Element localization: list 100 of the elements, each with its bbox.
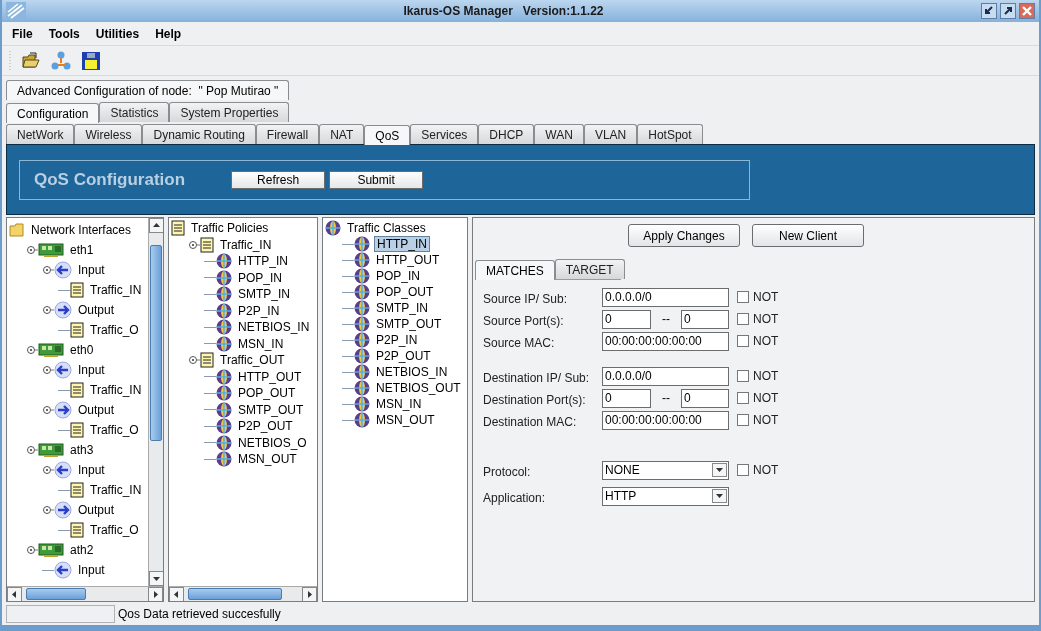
scroll-thumb[interactable] [188, 588, 282, 600]
checkbox[interactable] [737, 335, 749, 347]
input-field[interactable]: 0 [681, 309, 729, 329]
tree-item[interactable]: SMTP_OUT [236, 402, 306, 417]
close-button[interactable] [1019, 3, 1035, 19]
tab[interactable]: Services [410, 124, 479, 144]
tree-item[interactable]: Input [76, 363, 107, 377]
tree-item[interactable]: Input [76, 463, 107, 477]
tree-item[interactable]: P2P_OUT [236, 419, 295, 434]
horizontal-scrollbar[interactable] [169, 586, 317, 601]
tab[interactable]: NAT [319, 124, 365, 144]
menu-item[interactable]: Help [155, 24, 182, 43]
checkbox[interactable] [737, 464, 749, 476]
tab[interactable]: NetWork [6, 124, 75, 144]
tab[interactable]: VLAN [583, 124, 638, 144]
checkbox[interactable] [737, 414, 749, 426]
tab[interactable]: Statistics [99, 102, 170, 122]
input-field[interactable]: 0.0.0.0/0 [602, 366, 729, 386]
tree-item[interactable]: MSN_IN [236, 336, 286, 351]
tree-item[interactable]: P2P_IN [374, 333, 420, 347]
tab[interactable]: DHCP [478, 124, 535, 144]
tree-item[interactable]: POP_IN [374, 269, 422, 283]
tree-item[interactable]: NETBIOS_O [236, 435, 309, 450]
scroll-thumb[interactable] [26, 588, 86, 600]
tree-item[interactable]: NETBIOS_IN [374, 365, 450, 379]
input-field[interactable]: 00:00:00:00:00:00 [602, 410, 729, 430]
tree-item[interactable]: Traffic_IN [88, 283, 144, 297]
header-button[interactable]: Refresh [231, 170, 326, 189]
tree-item[interactable]: Traffic_IN [88, 483, 144, 497]
tree-item[interactable]: Traffic_O [88, 523, 141, 537]
menu-item[interactable]: File [12, 24, 33, 43]
tree-item[interactable]: Input [76, 263, 107, 277]
tree-item[interactable]: P2P_IN [236, 303, 282, 318]
tab[interactable]: TARGET [554, 259, 625, 279]
tree-item[interactable]: eth0 [68, 343, 96, 357]
minimize-button[interactable] [981, 3, 997, 19]
tab[interactable]: Wireless [74, 124, 143, 144]
tree-item[interactable]: SMTP_OUT [374, 317, 444, 331]
checkbox[interactable] [737, 291, 749, 303]
input-field[interactable]: 0 [602, 388, 651, 408]
tree-item[interactable]: P2P_OUT [374, 349, 433, 363]
input-field[interactable]: 0 [602, 309, 651, 329]
tree-item[interactable]: POP_IN [236, 270, 284, 285]
input-field[interactable]: 0 [681, 388, 729, 408]
tab[interactable]: QoS [364, 125, 411, 145]
action-button[interactable]: New Client [752, 224, 864, 247]
tree-item[interactable]: SMTP_IN [236, 287, 292, 302]
checkbox[interactable] [737, 313, 749, 325]
tab[interactable]: Configuration [6, 103, 100, 123]
scroll-thumb[interactable] [150, 245, 162, 441]
toolbar-button[interactable] [80, 49, 102, 72]
maximize-button[interactable] [1000, 3, 1016, 19]
tab[interactable]: HotSpot [637, 124, 703, 144]
tab[interactable]: MATCHES [475, 260, 555, 280]
tree-item[interactable]: NETBIOS_IN [236, 320, 312, 335]
network-card-icon [38, 342, 64, 358]
vertical-scrollbar[interactable] [148, 218, 163, 586]
tree-item[interactable]: Traffic Classes [345, 221, 428, 235]
menu-item[interactable]: Tools [48, 24, 80, 43]
tree-item[interactable]: Traffic_IN [218, 237, 274, 252]
input-field[interactable]: 00:00:00:00:00:00 [602, 331, 729, 351]
tree-item[interactable]: Output [76, 403, 117, 417]
dropdown[interactable]: HTTP [602, 486, 729, 506]
tree-item[interactable]: SMTP_IN [374, 301, 430, 315]
tree-item[interactable]: HTTP_OUT [374, 253, 442, 267]
tab[interactable]: System Properties [169, 102, 290, 122]
tree-item[interactable]: Output [76, 303, 117, 317]
tree-item[interactable]: eth1 [68, 243, 96, 257]
tree-item[interactable]: Input [76, 563, 107, 577]
tree-item[interactable]: ath2 [68, 543, 96, 557]
tree-item[interactable]: MSN_OUT [374, 413, 437, 427]
tree-item[interactable]: MSN_OUT [236, 452, 299, 467]
tree-item[interactable]: HTTP_IN [374, 236, 430, 252]
tree-item[interactable]: Output [76, 503, 117, 517]
dropdown[interactable]: NONE [602, 460, 729, 480]
tree-item[interactable]: Traffic_O [88, 323, 141, 337]
tree-item[interactable]: Traffic_IN [88, 383, 144, 397]
tree-item[interactable]: ath3 [68, 443, 96, 457]
tree-item[interactable]: NETBIOS_OUT [374, 381, 463, 395]
tree-item[interactable]: MSN_IN [374, 397, 424, 411]
tab[interactable]: Firewall [255, 124, 320, 144]
checkbox[interactable] [737, 392, 749, 404]
checkbox[interactable] [737, 370, 749, 382]
tree-item[interactable]: Traffic_O [88, 423, 141, 437]
tree-item[interactable]: Network Interfaces [29, 223, 134, 237]
tab[interactable]: WAN [534, 124, 584, 144]
tree-item[interactable]: HTTP_OUT [236, 369, 304, 384]
input-field[interactable]: 0.0.0.0/0 [602, 287, 729, 307]
tree-item[interactable]: POP_OUT [236, 386, 298, 401]
horizontal-scrollbar[interactable] [7, 586, 163, 601]
header-button[interactable]: Submit [329, 170, 424, 189]
tree-item[interactable]: HTTP_IN [236, 254, 290, 269]
tree-item[interactable]: Traffic_OUT [218, 353, 287, 368]
section-title: QoS Configuration [34, 168, 186, 191]
action-button[interactable]: Apply Changes [628, 224, 740, 247]
tree-item[interactable]: POP_OUT [374, 285, 436, 299]
tree-toggle-icon [42, 504, 54, 516]
tab[interactable]: Dynamic Routing [142, 124, 256, 144]
tree-item[interactable]: Traffic Policies [189, 221, 271, 236]
menu-item[interactable]: Utilities [95, 24, 140, 43]
